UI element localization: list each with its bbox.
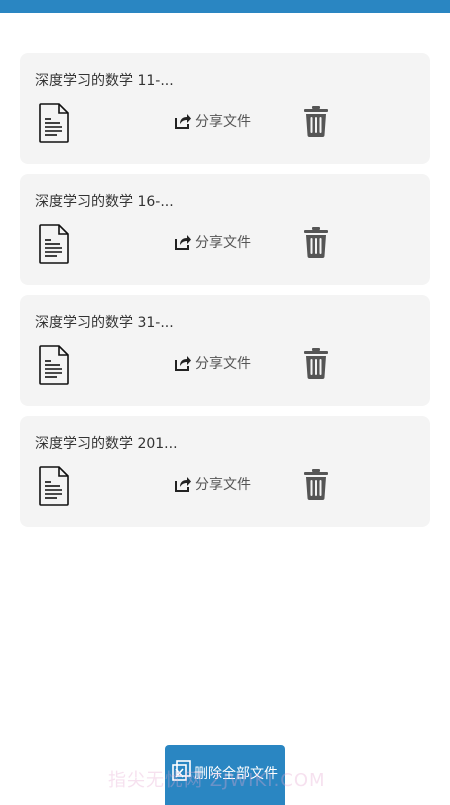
trash-icon[interactable] bbox=[303, 347, 329, 379]
document-icon bbox=[39, 345, 69, 385]
file-card: 深度学习的数学 16-... 分享文件 bbox=[20, 174, 430, 285]
share-file-button[interactable]: 分享文件 bbox=[174, 110, 251, 132]
document-icon bbox=[39, 466, 69, 506]
file-title: 深度学习的数学 31-... bbox=[35, 315, 174, 331]
file-list: 深度学习的数学 11-... 分享文件 深度学习的数学 16-... 分享文件 … bbox=[20, 53, 430, 537]
file-title: 深度学习的数学 16-... bbox=[35, 194, 174, 210]
file-title: 深度学习的数学 11-... bbox=[35, 73, 174, 89]
share-icon bbox=[175, 356, 191, 371]
share-icon bbox=[175, 114, 191, 129]
file-card: 深度学习的数学 11-... 分享文件 bbox=[20, 53, 430, 164]
document-icon bbox=[39, 224, 69, 264]
file-card: 深度学习的数学 31-... 分享文件 bbox=[20, 295, 430, 406]
share-icon bbox=[175, 235, 191, 250]
trash-icon[interactable] bbox=[303, 226, 329, 258]
share-file-button[interactable]: 分享文件 bbox=[174, 473, 251, 495]
watermark: 指尖无忧网 ZJWIKI.COM bbox=[108, 770, 326, 791]
trash-icon[interactable] bbox=[303, 468, 329, 500]
trash-icon[interactable] bbox=[303, 105, 329, 137]
document-icon bbox=[39, 103, 69, 143]
top-app-bar bbox=[0, 0, 450, 13]
share-label: 分享文件 bbox=[195, 235, 251, 251]
share-label: 分享文件 bbox=[195, 114, 251, 130]
share-icon bbox=[175, 477, 191, 492]
share-file-button[interactable]: 分享文件 bbox=[174, 352, 251, 374]
share-file-button[interactable]: 分享文件 bbox=[174, 231, 251, 253]
file-title: 深度学习的数学 201... bbox=[35, 436, 178, 452]
file-card: 深度学习的数学 201... 分享文件 bbox=[20, 416, 430, 527]
share-label: 分享文件 bbox=[195, 356, 251, 372]
share-label: 分享文件 bbox=[195, 477, 251, 493]
